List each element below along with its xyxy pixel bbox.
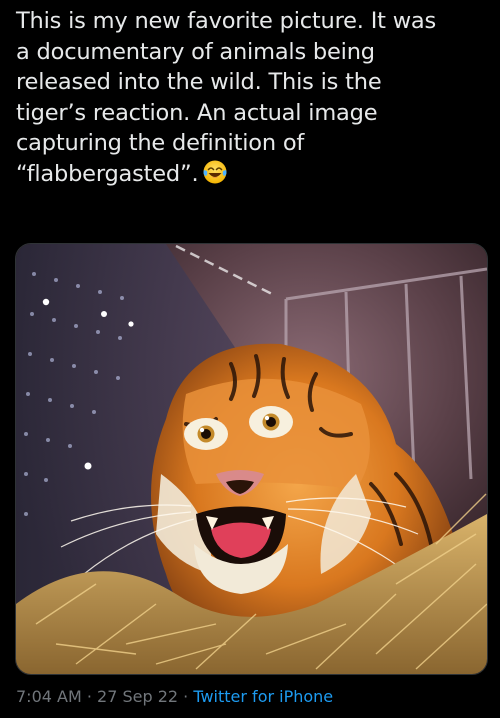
meta-separator: · (178, 687, 194, 706)
tweet-date[interactable]: 27 Sep 22 (97, 687, 178, 706)
tiger-photo (16, 244, 487, 674)
tweet-text-line: “flabbergasted”. (16, 160, 199, 187)
tweet-text-last-line: “flabbergasted”. (16, 159, 486, 194)
meta-separator: · (81, 687, 98, 706)
tweet-source-link[interactable]: Twitter for iPhone (193, 687, 333, 706)
tweet-text-line: This is my new favorite picture. It was (16, 8, 437, 34)
tweet-text-line: tiger’s reaction. An actual image (16, 99, 378, 126)
tweet-text-line: capturing the definition of (16, 130, 305, 156)
tweet-text-line: released into the wild. This is the (16, 69, 382, 95)
tweet-photo[interactable] (15, 243, 488, 675)
tweet-metadata: 7:04 AM · 27 Sep 22 · Twitter for iPhone (16, 686, 333, 708)
tweet-text: This is my new favorite picture. It was … (16, 6, 486, 193)
tweet-time[interactable]: 7:04 AM (16, 687, 82, 706)
face-with-tears-of-joy-icon (202, 159, 228, 194)
tweet-text-line: a documentary of animals being (16, 38, 375, 65)
